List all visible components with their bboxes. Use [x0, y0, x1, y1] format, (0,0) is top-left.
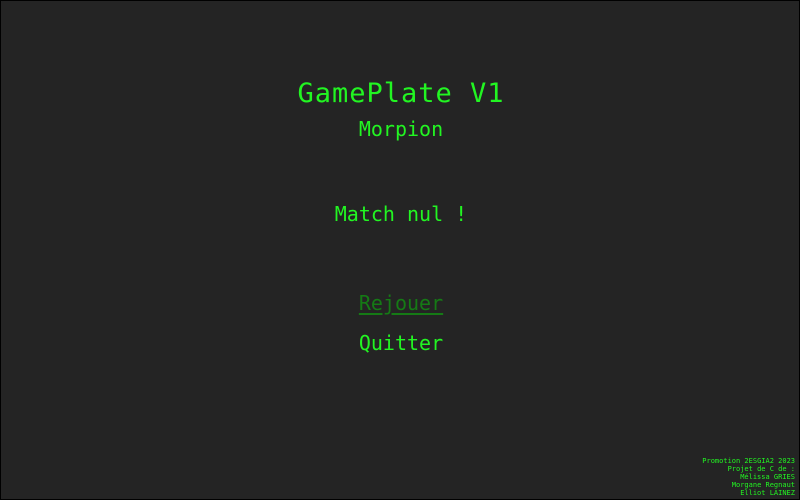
game-subtitle: Morpion	[358, 117, 444, 141]
replay-button[interactable]: Rejouer	[1, 291, 799, 315]
credits-line-promotion: Promotion 2ESGIA2 2023	[702, 457, 795, 465]
credits-line-author-3: Elliot LAINEZ	[740, 489, 795, 497]
match-result-message: Match nul !	[334, 202, 468, 226]
game-screen: GamePlate V1 Morpion Match nul ! Rejouer…	[0, 0, 800, 500]
credits-line-author-2: Morgane Regnaut	[731, 481, 795, 489]
game-title: GamePlate V1	[297, 78, 505, 109]
credits-line-author-1: Mélissa GRIES	[740, 473, 795, 481]
credits-block: Promotion 2ESGIA2 2023 Projet de C de : …	[702, 457, 795, 497]
credits-line-project: Projet de C de :	[727, 465, 795, 473]
quit-button[interactable]: Quitter	[1, 331, 799, 355]
